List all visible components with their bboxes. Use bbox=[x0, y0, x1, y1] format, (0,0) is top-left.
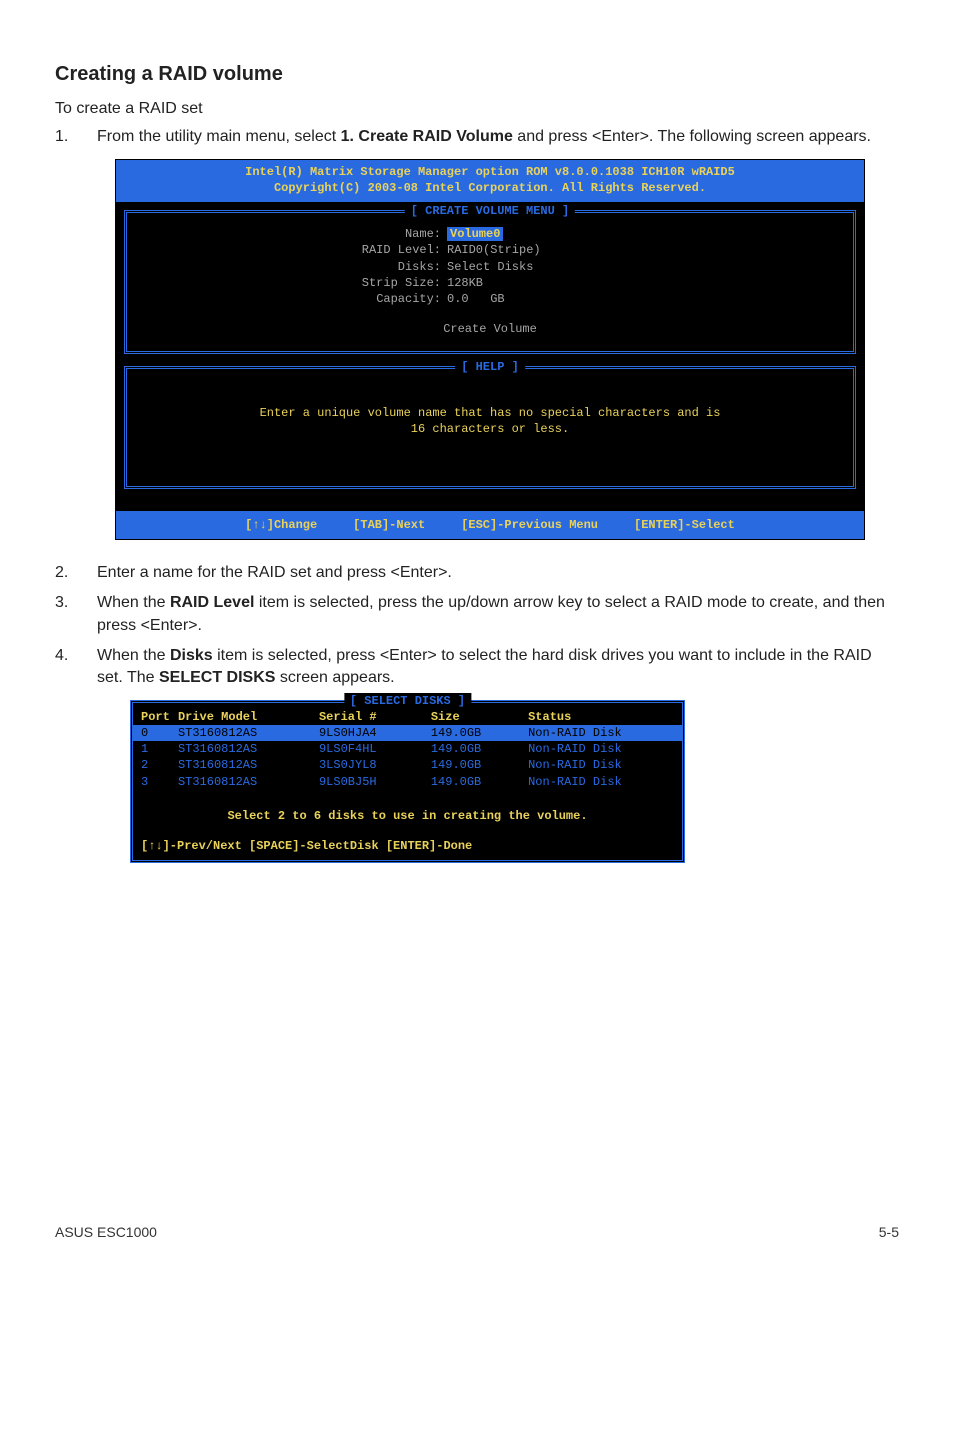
step3-bold: RAID Level bbox=[170, 594, 254, 611]
field-disks-label: Disks: bbox=[137, 259, 447, 275]
hdr-status: Status bbox=[528, 709, 674, 725]
step-2-num: 2. bbox=[55, 562, 69, 584]
step-4: 4. When the Disks item is selected, pres… bbox=[55, 645, 899, 690]
step4-before: When the bbox=[97, 647, 170, 664]
help-line-1: Enter a unique volume name that has no s… bbox=[141, 405, 839, 421]
disk-size: 149.0GB bbox=[431, 757, 528, 773]
footer-tab: [TAB]-Next bbox=[353, 517, 425, 533]
disk-port: 1 bbox=[141, 741, 178, 757]
hdr-serial: Serial # bbox=[319, 709, 431, 725]
select-disks-panel: [ SELECT DISKS ] Port Drive Model Serial… bbox=[130, 700, 685, 863]
disk-serial: 3LS0JYL8 bbox=[319, 757, 431, 773]
disk-model: ST3160812AS bbox=[178, 757, 319, 773]
help-line-2: 16 characters or less. bbox=[141, 421, 839, 437]
hdr-size: Size bbox=[431, 709, 528, 725]
disk-status: Non-RAID Disk bbox=[528, 757, 674, 773]
disk-size: 149.0GB bbox=[431, 725, 528, 741]
bios-screen: Intel(R) Matrix Storage Manager option R… bbox=[115, 159, 865, 540]
create-panel-title: [ CREATE VOLUME MENU ] bbox=[405, 203, 575, 219]
step4-bold2: SELECT DISKS bbox=[159, 669, 275, 686]
hdr-port: Port bbox=[141, 709, 178, 725]
disk-status: Non-RAID Disk bbox=[528, 741, 674, 757]
bios-title-line2: Copyright(C) 2003-08 Intel Corporation. … bbox=[120, 180, 860, 196]
create-volume-action[interactable]: Create Volume bbox=[137, 321, 843, 337]
step-4-text: When the Disks item is selected, press <… bbox=[97, 645, 899, 690]
disk-serial: 9LS0BJ5H bbox=[319, 774, 431, 790]
step-1-text: From the utility main menu, select 1. Cr… bbox=[97, 126, 899, 148]
step-3: 3. When the RAID Level item is selected,… bbox=[55, 592, 899, 637]
disk-model: ST3160812AS bbox=[178, 741, 319, 757]
disks-header-row: Port Drive Model Serial # Size Status bbox=[133, 709, 682, 725]
page-footer: ASUS ESC1000 5-5 bbox=[55, 1223, 899, 1243]
disk-size: 149.0GB bbox=[431, 774, 528, 790]
bios-footer: [↑↓]Change [TAB]-Next [ESC]-Previous Men… bbox=[116, 511, 864, 539]
field-strip-label: Strip Size: bbox=[137, 275, 447, 291]
step3-before: When the bbox=[97, 594, 170, 611]
disk-port: 2 bbox=[141, 757, 178, 773]
disk-serial: 9LS0F4HL bbox=[319, 741, 431, 757]
step1-before: From the utility main menu, select bbox=[97, 128, 341, 145]
step-1-num: 1. bbox=[55, 126, 69, 148]
select-disks-title: [ SELECT DISKS ] bbox=[344, 693, 471, 709]
footer-left: ASUS ESC1000 bbox=[55, 1223, 157, 1243]
step1-after: and press <Enter>. The following screen … bbox=[513, 128, 871, 145]
disk-port: 3 bbox=[141, 774, 178, 790]
field-name-label: Name: bbox=[137, 226, 447, 242]
disk-row[interactable]: 2 ST3160812AS 3LS0JYL8 149.0GB Non-RAID … bbox=[133, 757, 682, 773]
step4-after: screen appears. bbox=[275, 669, 394, 686]
step-2-text: Enter a name for the RAID set and press … bbox=[97, 562, 899, 584]
disk-row[interactable]: 3 ST3160812AS 9LS0BJ5H 149.0GB Non-RAID … bbox=[133, 774, 682, 790]
footer-change: [↑↓]Change bbox=[245, 517, 317, 533]
step-1: 1. From the utility main menu, select 1.… bbox=[55, 126, 899, 148]
step-3-num: 3. bbox=[55, 592, 69, 637]
disk-row[interactable]: 1 ST3160812AS 9LS0F4HL 149.0GB Non-RAID … bbox=[133, 741, 682, 757]
field-name-value[interactable]: Volume0 bbox=[447, 227, 503, 241]
bios-titlebar: Intel(R) Matrix Storage Manager option R… bbox=[116, 160, 864, 202]
disk-serial: 9LS0HJA4 bbox=[319, 725, 431, 741]
disk-status: Non-RAID Disk bbox=[528, 725, 674, 741]
field-cap-label: Capacity: bbox=[137, 291, 447, 307]
section-heading: Creating a RAID volume bbox=[55, 60, 899, 88]
footer-esc: [ESC]-Previous Menu bbox=[461, 517, 598, 533]
help-panel-title: [ HELP ] bbox=[455, 359, 525, 375]
disk-model: ST3160812AS bbox=[178, 774, 319, 790]
field-strip-value[interactable]: 128KB bbox=[447, 275, 483, 291]
step1-bold: 1. Create RAID Volume bbox=[341, 128, 513, 145]
disks-footer: [↑↓]-Prev/Next [SPACE]-SelectDisk [ENTER… bbox=[133, 838, 682, 854]
footer-enter: [ENTER]-Select bbox=[634, 517, 735, 533]
disks-note: Select 2 to 6 disks to use in creating t… bbox=[133, 790, 682, 838]
help-panel: [ HELP ] Enter a unique volume name that… bbox=[124, 366, 856, 488]
disk-status: Non-RAID Disk bbox=[528, 774, 674, 790]
disk-port: 0 bbox=[141, 725, 178, 741]
field-raid-value[interactable]: RAID0(Stripe) bbox=[447, 242, 541, 258]
field-raid-label: RAID Level: bbox=[137, 242, 447, 258]
bios-title-line1: Intel(R) Matrix Storage Manager option R… bbox=[120, 164, 860, 180]
footer-right: 5-5 bbox=[879, 1223, 899, 1243]
intro-text: To create a RAID set bbox=[55, 98, 899, 120]
field-cap-value[interactable]: 0.0 GB bbox=[447, 291, 505, 307]
disk-size: 149.0GB bbox=[431, 741, 528, 757]
step-2: 2. Enter a name for the RAID set and pre… bbox=[55, 562, 899, 584]
create-volume-panel: [ CREATE VOLUME MENU ] Name: Volume0 RAI… bbox=[124, 210, 856, 354]
step-4-num: 4. bbox=[55, 645, 69, 690]
step4-bold1: Disks bbox=[170, 647, 213, 664]
disk-model: ST3160812AS bbox=[178, 725, 319, 741]
disk-row[interactable]: 0 ST3160812AS 9LS0HJA4 149.0GB Non-RAID … bbox=[133, 725, 682, 741]
step-3-text: When the RAID Level item is selected, pr… bbox=[97, 592, 899, 637]
hdr-model: Drive Model bbox=[178, 709, 319, 725]
field-disks-value[interactable]: Select Disks bbox=[447, 259, 533, 275]
